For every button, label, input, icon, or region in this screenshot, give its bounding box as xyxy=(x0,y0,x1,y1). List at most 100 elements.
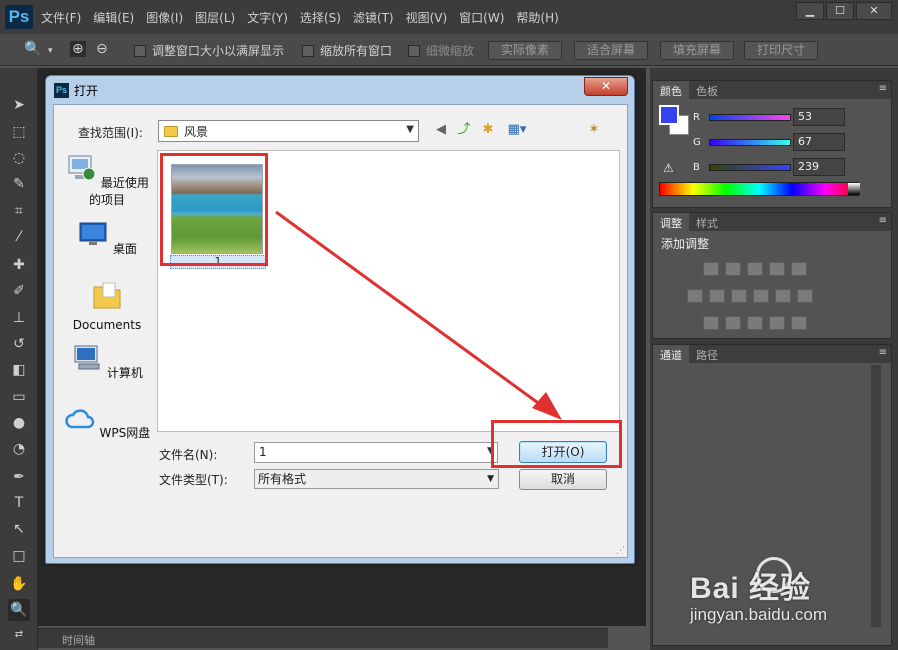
channel-mixer-icon[interactable] xyxy=(775,289,791,303)
menu-help[interactable]: 帮助(H) xyxy=(516,9,558,26)
channels-panel-menu-icon[interactable]: ≡ xyxy=(879,347,887,358)
eyedropper-tool-icon[interactable]: ⁄ xyxy=(8,226,30,248)
resize-windows-option[interactable]: 调整窗口大小以满屏显示 xyxy=(134,42,284,59)
menu-window[interactable]: 窗口(W) xyxy=(459,9,504,26)
foreground-color-swatch[interactable] xyxy=(659,105,679,125)
shape-tool-icon[interactable]: □ xyxy=(8,545,30,567)
move-tool-icon[interactable]: ➤ xyxy=(8,94,30,116)
cancel-button[interactable]: 取消 xyxy=(519,469,607,490)
resize-windows-checkbox[interactable] xyxy=(134,44,146,57)
zoom-tool-icon[interactable]: 🔍 xyxy=(24,41,41,57)
color-spectrum-bar[interactable] xyxy=(659,182,860,196)
favorites-icon[interactable]: ✶ xyxy=(585,120,603,140)
swap-colors-icon[interactable]: ⇄ xyxy=(8,624,30,646)
curves-icon[interactable] xyxy=(747,262,763,276)
exposure-icon[interactable] xyxy=(769,262,785,276)
fill-screen-button[interactable]: 填充屏幕 xyxy=(660,41,734,60)
scrubby-zoom-option[interactable]: 细微缩放 xyxy=(408,42,474,59)
tab-paths[interactable]: 路径 xyxy=(689,345,725,363)
fit-screen-button[interactable]: 适合屏幕 xyxy=(574,41,648,60)
healing-brush-tool-icon[interactable]: ✚ xyxy=(8,254,30,276)
zoom-out-icon[interactable]: ⊖ xyxy=(96,41,108,57)
tab-color[interactable]: 颜色 xyxy=(653,81,689,99)
color-panel-menu-icon[interactable]: ≡ xyxy=(879,83,887,94)
maximize-button[interactable]: ☐ xyxy=(826,2,854,20)
gamut-warning-icon[interactable]: ⚠ xyxy=(663,161,674,175)
print-size-button[interactable]: 打印尺寸 xyxy=(744,41,818,60)
blue-slider[interactable] xyxy=(709,163,791,171)
resize-grip-icon[interactable]: ⋰ xyxy=(616,546,625,556)
brush-tool-icon[interactable]: ✐ xyxy=(8,280,30,302)
menu-view[interactable]: 视图(V) xyxy=(406,9,448,26)
menu-edit[interactable]: 编辑(E) xyxy=(93,9,134,26)
menu-layer[interactable]: 图层(L) xyxy=(195,9,235,26)
tab-styles[interactable]: 样式 xyxy=(689,213,725,231)
zoom-in-icon[interactable]: ⊕ xyxy=(70,41,86,57)
file-type-dropdown[interactable]: 所有格式 ▼ xyxy=(254,469,499,489)
place-documents[interactable]: Documents xyxy=(60,281,154,332)
gradient-tool-icon[interactable]: ▭ xyxy=(8,386,30,408)
place-desktop[interactable]: 桌面 xyxy=(60,219,154,257)
black-white-icon[interactable] xyxy=(731,289,747,303)
new-folder-icon[interactable]: ✱ xyxy=(479,120,497,140)
timeline-tab[interactable]: 时间轴 xyxy=(62,632,95,648)
color-balance-icon[interactable] xyxy=(709,289,725,303)
gradient-map-icon[interactable] xyxy=(769,316,785,330)
zoom-all-checkbox[interactable] xyxy=(302,44,314,57)
window-close-button[interactable]: ✕ xyxy=(856,2,892,20)
history-brush-tool-icon[interactable]: ↺ xyxy=(8,333,30,355)
back-icon[interactable]: ◀ xyxy=(432,120,450,140)
color-lookup-icon[interactable] xyxy=(797,289,813,303)
invert-icon[interactable] xyxy=(703,316,719,330)
posterize-icon[interactable] xyxy=(725,316,741,330)
brightness-contrast-icon[interactable] xyxy=(703,262,719,276)
menu-file[interactable]: 文件(F) xyxy=(41,9,81,26)
eraser-tool-icon[interactable]: ◧ xyxy=(8,359,30,381)
selective-color-icon[interactable] xyxy=(791,316,807,330)
adjustments-panel-menu-icon[interactable]: ≡ xyxy=(879,215,887,226)
marquee-tool-icon[interactable]: ⬚ xyxy=(8,121,30,143)
red-value-field[interactable]: 53 xyxy=(793,108,845,126)
menu-filter[interactable]: 滤镜(T) xyxy=(353,9,394,26)
tab-channels[interactable]: 通道 xyxy=(653,345,689,363)
minimize-button[interactable]: ▁ xyxy=(796,2,824,20)
look-in-dropdown[interactable]: 风景 ▼ xyxy=(158,120,419,142)
path-select-tool-icon[interactable]: ↖ xyxy=(8,518,30,540)
lasso-tool-icon[interactable]: ◌ xyxy=(8,147,30,169)
open-button[interactable]: 打开(O) xyxy=(519,441,607,463)
red-slider[interactable] xyxy=(709,113,791,121)
hue-saturation-icon[interactable] xyxy=(687,289,703,303)
photo-filter-icon[interactable] xyxy=(753,289,769,303)
blue-value-field[interactable]: 239 xyxy=(793,158,845,176)
tool-preset-arrow-icon[interactable]: ▾ xyxy=(48,46,53,56)
menu-select[interactable]: 选择(S) xyxy=(300,9,341,26)
place-computer[interactable]: 计算机 xyxy=(60,343,154,381)
actual-pixels-button[interactable]: 实际像素 xyxy=(488,41,562,60)
dodge-tool-icon[interactable]: ◔ xyxy=(8,438,30,460)
zoom-all-option[interactable]: 缩放所有窗口 xyxy=(302,42,392,59)
vibrance-icon[interactable] xyxy=(791,262,807,276)
menu-type[interactable]: 文字(Y) xyxy=(247,9,288,26)
zoom-tool-selected-icon[interactable]: 🔍 xyxy=(8,599,30,621)
levels-icon[interactable] xyxy=(725,262,741,276)
place-recent[interactable]: 最近使用的项目 xyxy=(60,153,154,208)
tab-adjustments[interactable]: 调整 xyxy=(653,213,689,231)
up-folder-icon[interactable]: ⤴ xyxy=(455,120,473,140)
clone-stamp-tool-icon[interactable]: ⊥ xyxy=(8,307,30,329)
quick-select-tool-icon[interactable]: ✎ xyxy=(8,173,30,195)
threshold-icon[interactable] xyxy=(747,316,763,330)
menu-image[interactable]: 图像(I) xyxy=(146,9,183,26)
view-menu-icon[interactable]: ▦▾ xyxy=(504,120,530,140)
green-slider[interactable] xyxy=(709,138,791,146)
dialog-close-button[interactable]: ✕ xyxy=(584,77,628,96)
pen-tool-icon[interactable]: ✒ xyxy=(8,466,30,488)
tab-swatches[interactable]: 色板 xyxy=(689,81,725,99)
scrubby-zoom-checkbox[interactable] xyxy=(408,44,420,57)
type-tool-icon[interactable]: T xyxy=(8,492,30,514)
blur-tool-icon[interactable]: ● xyxy=(8,412,30,434)
hand-tool-icon[interactable]: ✋ xyxy=(8,573,30,595)
green-value-field[interactable]: 67 xyxy=(793,133,845,151)
file-name-input[interactable]: 1 xyxy=(254,442,498,463)
crop-tool-icon[interactable]: ⌗ xyxy=(8,200,30,222)
place-wps-cloud[interactable]: WPS网盘 xyxy=(60,403,154,441)
